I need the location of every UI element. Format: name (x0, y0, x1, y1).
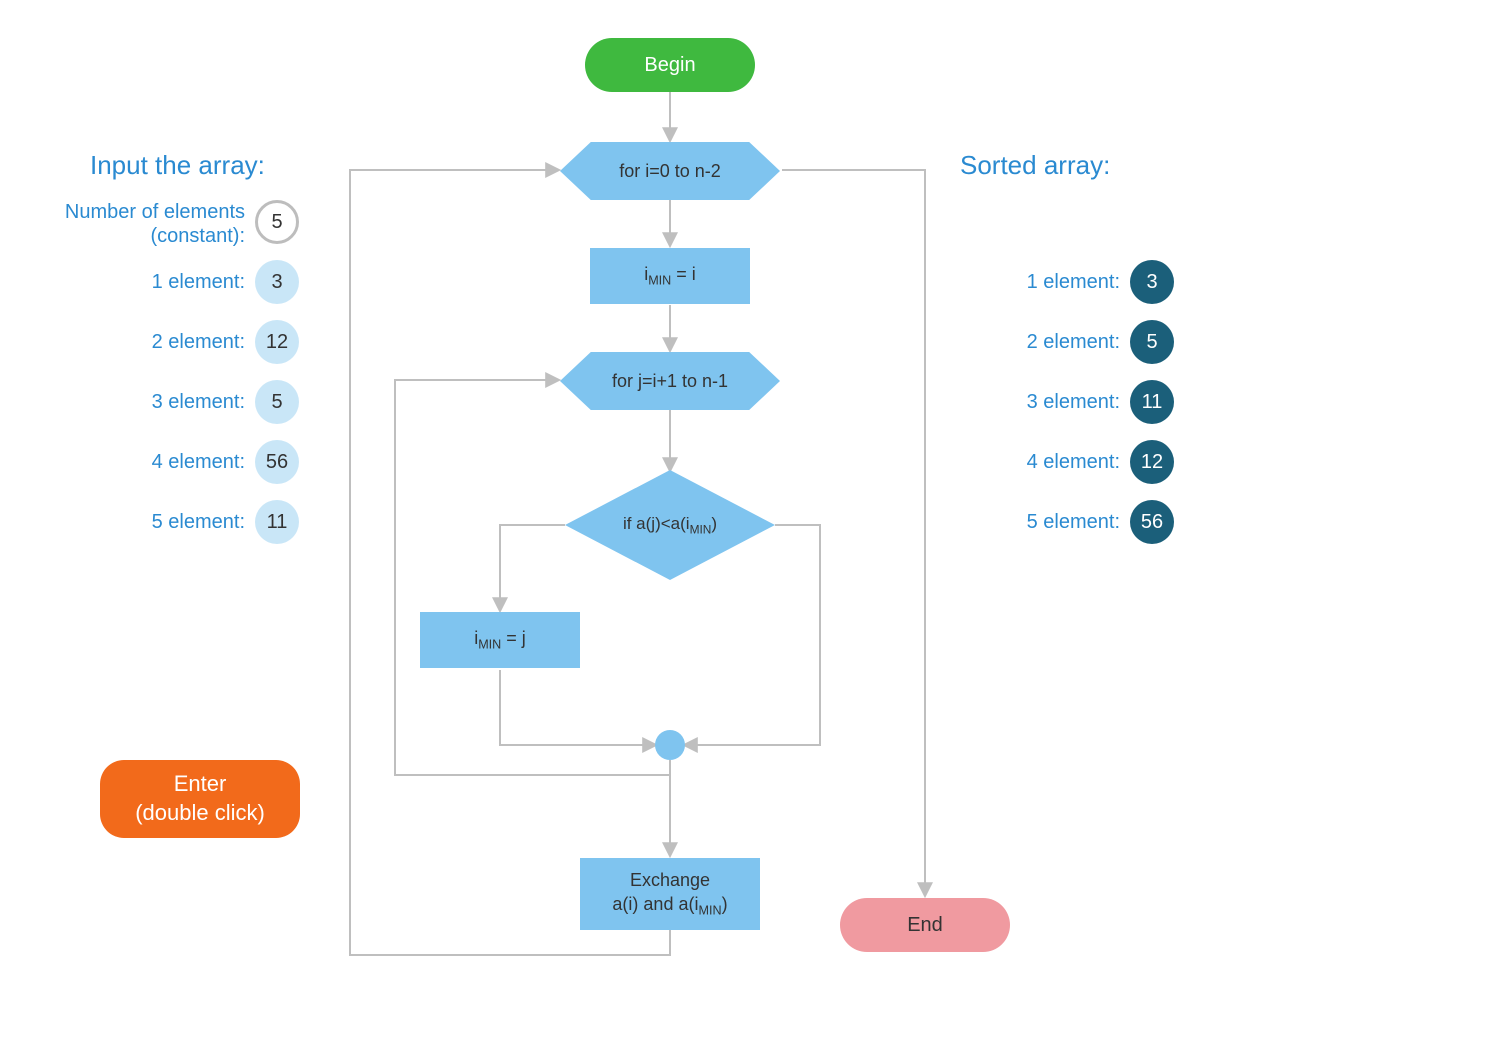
input-count-circle[interactable]: 5 (255, 200, 299, 244)
input-count-label: Number of elements (constant): (40, 200, 245, 248)
sorted-item-label: 1 element: (1000, 271, 1120, 294)
input-item-label: 1 element: (120, 271, 245, 294)
flow-merge (655, 730, 685, 760)
flow-loop-i: for i=0 to n-2 (560, 142, 780, 200)
enter-button[interactable]: Enter (double click) (100, 760, 300, 838)
flow-begin: Begin (585, 38, 755, 92)
sorted-item-circle: 3 (1130, 260, 1174, 304)
input-item-label: 3 element: (120, 391, 245, 414)
sorted-item-label: 5 element: (1000, 511, 1120, 534)
sorted-item-label: 2 element: (1000, 331, 1120, 354)
sorted-item-circle: 11 (1130, 380, 1174, 424)
input-item-circle[interactable]: 56 (255, 440, 299, 484)
input-item-label: 4 element: (120, 451, 245, 474)
input-item-circle[interactable]: 11 (255, 500, 299, 544)
flow-exchange: Exchange a(i) and a(iMIN) (580, 858, 760, 930)
sorted-heading: Sorted array: (960, 150, 1110, 181)
sorted-item-circle: 56 (1130, 500, 1174, 544)
input-item-label: 2 element: (120, 331, 245, 354)
input-count-value: 5 (271, 211, 282, 234)
flow-set-min-i: iMIN = i (590, 248, 750, 304)
input-heading: Input the array: (90, 150, 265, 181)
input-item-circle[interactable]: 5 (255, 380, 299, 424)
enter-button-line1: Enter (174, 770, 227, 799)
flow-loop-j: for j=i+1 to n-1 (560, 352, 780, 410)
sorted-item-circle: 12 (1130, 440, 1174, 484)
input-item-label: 5 element: (120, 511, 245, 534)
sorted-item-label: 4 element: (1000, 451, 1120, 474)
enter-button-line2: (double click) (135, 799, 265, 828)
flow-set-min-j: iMIN = j (420, 612, 580, 668)
input-item-circle[interactable]: 3 (255, 260, 299, 304)
sorted-item-label: 3 element: (1000, 391, 1120, 414)
flow-decision: if a(j)<a(iMIN) (565, 470, 775, 580)
flow-end: End (840, 898, 1010, 952)
sorted-item-circle: 5 (1130, 320, 1174, 364)
input-item-circle[interactable]: 12 (255, 320, 299, 364)
